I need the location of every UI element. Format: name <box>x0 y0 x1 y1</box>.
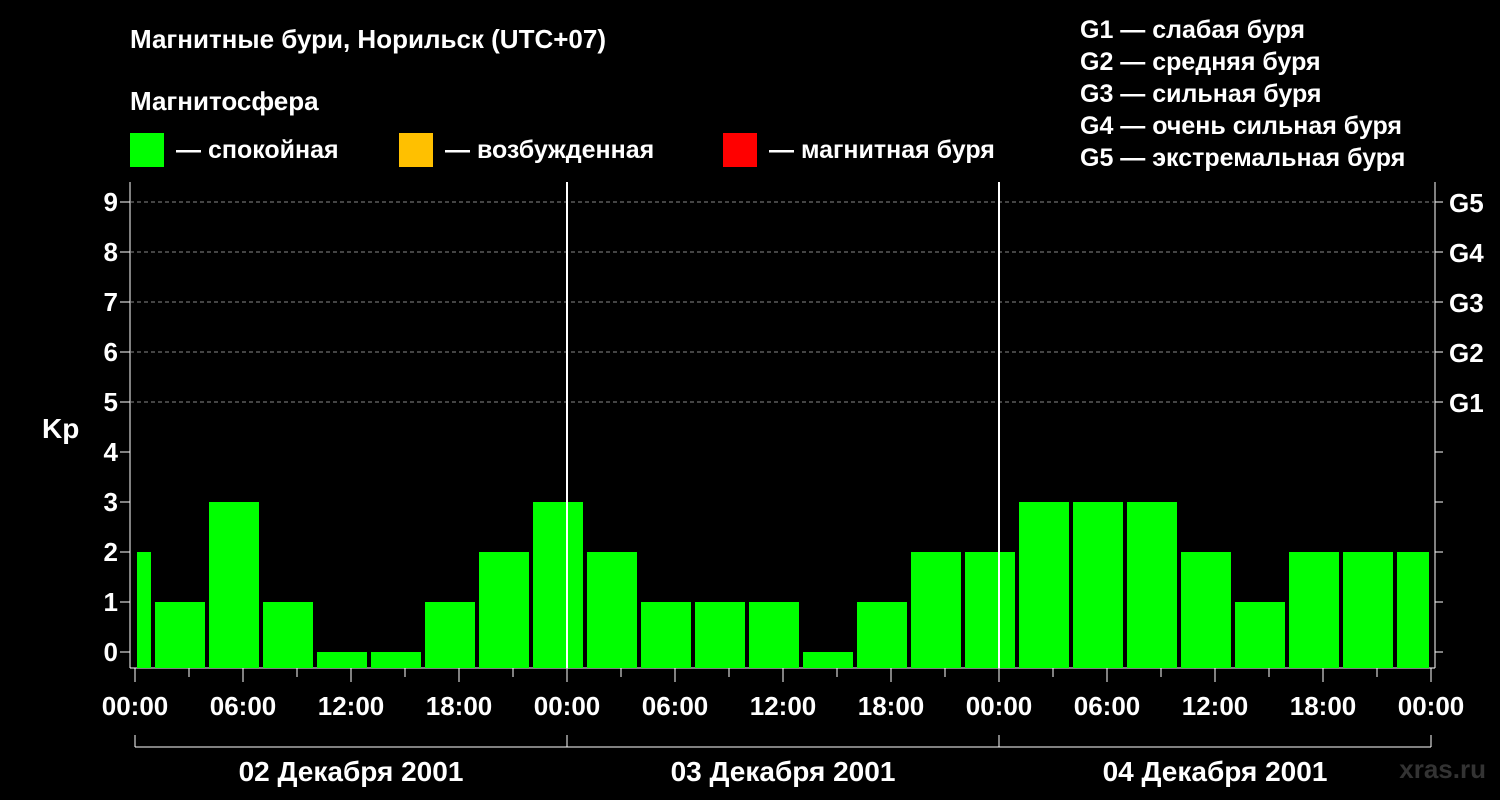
x-tick-label: 00:00 <box>1398 691 1465 721</box>
kp-bar <box>1289 552 1339 668</box>
kp-bar <box>749 602 799 668</box>
y-tick-label: 9 <box>104 187 118 217</box>
x-tick-label: 18:00 <box>858 691 925 721</box>
y-right-label: G2 <box>1449 338 1484 368</box>
date-label: 02 Декабря 2001 <box>239 756 464 787</box>
x-tick-label: 06:00 <box>1074 691 1141 721</box>
kp-bar <box>965 552 1015 668</box>
date-label: 04 Декабря 2001 <box>1103 756 1328 787</box>
date-label: 03 Декабря 2001 <box>671 756 896 787</box>
kp-bar <box>137 552 151 668</box>
y-tick-label: 5 <box>104 387 118 417</box>
y-tick-label: 2 <box>104 537 118 567</box>
kp-bar <box>1397 552 1429 668</box>
kp-bar <box>425 602 475 668</box>
x-tick-label: 12:00 <box>750 691 817 721</box>
y-tick-label: 6 <box>104 337 118 367</box>
x-tick-label: 18:00 <box>426 691 493 721</box>
kp-bar <box>479 552 529 668</box>
x-tick-label: 00:00 <box>534 691 601 721</box>
kp-bar <box>587 552 637 668</box>
x-tick-label: 00:00 <box>102 691 169 721</box>
kp-bar <box>1343 552 1393 668</box>
y-tick-label: 8 <box>104 237 118 267</box>
kp-bar <box>263 602 313 668</box>
y-right-label: G5 <box>1449 188 1484 218</box>
kp-bar <box>317 652 367 668</box>
kp-bar <box>155 602 205 668</box>
y-tick-label: 0 <box>104 637 118 667</box>
y-right-label: G3 <box>1449 288 1484 318</box>
kp-bar-chart: 0 1 2 3 4 5 6 7 8 9 G1 G2 G3 G4 G5 00:00 06:00 12:00 18:00… <box>102 182 1484 787</box>
x-tick-label: 06:00 <box>210 691 277 721</box>
kp-bar <box>209 502 259 668</box>
kp-bar <box>695 602 745 668</box>
x-tick-label: 12:00 <box>318 691 385 721</box>
y-tick-label: 4 <box>104 437 119 467</box>
x-tick-label: 18:00 <box>1290 691 1357 721</box>
kp-bar <box>857 602 907 668</box>
kp-bar <box>803 652 853 668</box>
x-tick-label: 06:00 <box>642 691 709 721</box>
x-tick-label: 12:00 <box>1182 691 1249 721</box>
kp-bar <box>533 502 583 668</box>
kp-bar <box>1019 502 1069 668</box>
kp-bar <box>911 552 961 668</box>
kp-bar <box>641 602 691 668</box>
y-tick-label: 7 <box>104 287 118 317</box>
x-tick-label: 00:00 <box>966 691 1033 721</box>
kp-bar <box>1235 602 1285 668</box>
y-tick-label: 1 <box>104 587 118 617</box>
kp-bar <box>1127 502 1177 668</box>
kp-bar <box>1073 502 1123 668</box>
kp-bar <box>1181 552 1231 668</box>
y-tick-label: 3 <box>104 487 118 517</box>
y-right-label: G4 <box>1449 238 1484 268</box>
y-right-label: G1 <box>1449 388 1484 418</box>
kp-bar <box>371 652 421 668</box>
